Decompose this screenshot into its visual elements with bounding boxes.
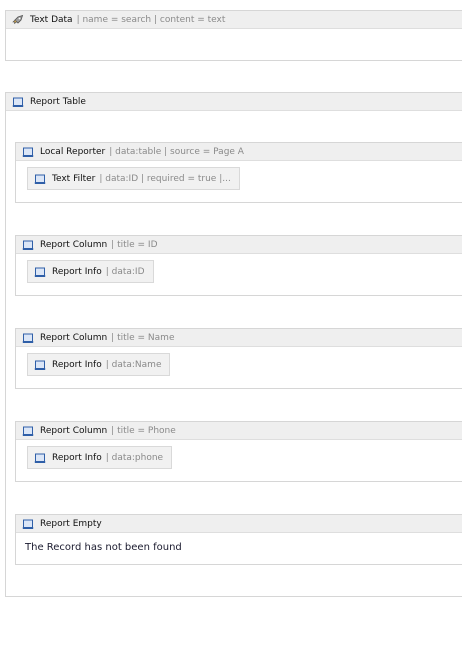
report-column-props: | title = ID	[111, 239, 158, 250]
local-reporter-header[interactable]: Local Reporter | data:table | source = P…	[16, 143, 462, 161]
local-reporter-props: | data:table | source = Page A	[109, 146, 244, 157]
text-data-component[interactable]: Text Data | name = search | content = te…	[5, 10, 462, 61]
report-info-chip[interactable]: Report Info | data:Name	[27, 353, 171, 376]
text-data-props: | name = search | content = text	[76, 14, 226, 25]
report-info-chip[interactable]: Report Info | data:phone	[27, 446, 173, 469]
report-table-header[interactable]: Report Table	[6, 93, 462, 111]
scroll-icon	[34, 266, 46, 278]
scroll-icon	[22, 425, 34, 437]
scroll-icon	[34, 359, 46, 371]
report-info-title: Report Info	[52, 359, 102, 370]
text-filter-title: Text Filter	[52, 173, 96, 184]
report-column-header[interactable]: Report Column | title = Name	[16, 329, 462, 347]
rocket-icon	[12, 14, 24, 26]
report-info-chip[interactable]: Report Info | data:ID	[27, 260, 154, 283]
report-info-title: Report Info	[52, 266, 102, 277]
report-column-header[interactable]: Report Column | title = Phone	[16, 422, 462, 440]
report-empty-header[interactable]: Report Empty	[16, 515, 462, 533]
report-info-props: | data:Name	[105, 359, 162, 370]
scroll-icon	[34, 452, 46, 464]
text-filter-props: | data:ID | required = true |...	[99, 173, 231, 184]
report-empty-component[interactable]: Report Empty	[15, 514, 462, 565]
local-reporter-title: Local Reporter	[40, 146, 106, 157]
scroll-icon	[12, 96, 24, 108]
report-column-title: Report Column	[40, 239, 108, 250]
scroll-icon	[22, 146, 34, 158]
scroll-icon	[22, 332, 34, 344]
report-column-title: Report Column	[40, 425, 108, 436]
report-table-title: Report Table	[30, 96, 86, 107]
text-filter-chip[interactable]: Text Filter | data:ID | required = true …	[27, 167, 240, 190]
report-empty-message: The Record has not been found	[25, 542, 182, 553]
report-column-props: | title = Phone	[111, 425, 176, 436]
report-empty-title: Report Empty	[40, 518, 102, 529]
report-info-props: | data:ID	[105, 266, 145, 277]
report-column-header[interactable]: Report Column | title = ID	[16, 236, 462, 254]
report-info-props: | data:phone	[105, 452, 164, 463]
scroll-icon	[22, 518, 34, 530]
report-column-props: | title = Name	[111, 332, 175, 343]
report-column-title: Report Column	[40, 332, 108, 343]
scroll-icon	[34, 173, 46, 185]
scroll-icon	[22, 239, 34, 251]
text-data-title: Text Data	[30, 14, 73, 25]
text-data-header[interactable]: Text Data | name = search | content = te…	[6, 11, 462, 29]
report-info-title: Report Info	[52, 452, 102, 463]
